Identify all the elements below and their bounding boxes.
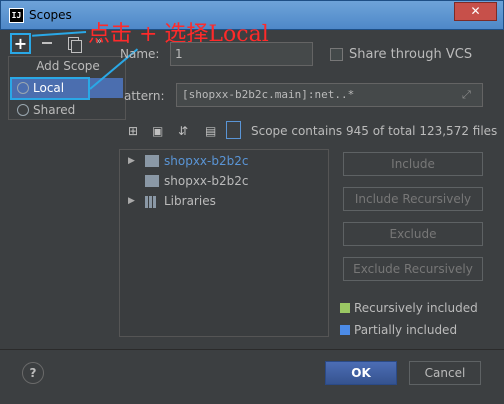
module-folder-icon xyxy=(145,175,159,187)
cancel-button[interactable]: Cancel xyxy=(409,361,481,385)
include-recursively-button[interactable]: Include Recursively xyxy=(343,187,483,211)
scopes-dialog: IJ Scopes ✕ + » Add Scope Local Shared 点… xyxy=(0,0,504,404)
ok-button[interactable]: OK xyxy=(325,361,397,385)
remove-scope-icon[interactable] xyxy=(42,42,52,44)
expand-arrow-icon[interactable]: ▶ xyxy=(128,192,135,210)
popup-item-label: Shared xyxy=(33,103,76,117)
partially-included-swatch xyxy=(340,325,350,335)
popup-item-shared[interactable]: Shared xyxy=(11,100,123,120)
pattern-label: attern: xyxy=(124,89,165,103)
share-vcs-checkbox[interactable] xyxy=(330,48,343,61)
filter-scope-icon[interactable] xyxy=(226,121,241,139)
name-label: Name: xyxy=(120,47,160,61)
add-scope-button[interactable]: + xyxy=(10,33,31,54)
show-files-icon[interactable]: ▤ xyxy=(205,124,216,138)
tree-item-label: shopxx-b2b2c xyxy=(164,154,249,168)
legend-label: Partially included xyxy=(354,323,458,337)
help-button[interactable]: ? xyxy=(22,362,44,384)
expand-icon[interactable]: ⤢ xyxy=(462,88,471,102)
footer-divider xyxy=(0,349,504,350)
exclude-button[interactable]: Exclude xyxy=(343,222,483,246)
annotation-arrow xyxy=(32,31,87,37)
shared-scope-icon xyxy=(17,104,29,116)
scope-tree: ▶ shopxx-b2b2c shopxx-b2b2c ▶ Libraries xyxy=(119,149,329,337)
local-highlight-box xyxy=(10,77,90,100)
flatten-packages-icon[interactable]: ⊞ xyxy=(128,124,138,138)
group-by-icon[interactable]: ⇵ xyxy=(178,124,188,138)
module-folder-icon xyxy=(145,155,159,167)
recursively-included-swatch xyxy=(340,303,350,313)
pattern-input[interactable]: [shopxx-b2b2c.main]:net..* xyxy=(176,83,483,107)
scope-summary: Scope contains 945 of total 123,572 file… xyxy=(251,124,498,138)
libraries-icon xyxy=(145,195,159,208)
tree-item-label: shopxx-b2b2c xyxy=(164,174,249,188)
window-title: Scopes xyxy=(29,8,72,22)
copy-scope-icon[interactable] xyxy=(68,37,82,53)
name-input[interactable] xyxy=(170,42,313,66)
include-button[interactable]: Include xyxy=(343,152,483,176)
expand-arrow-icon[interactable]: ▶ xyxy=(128,152,135,170)
show-modules-icon[interactable]: ▣ xyxy=(152,124,163,138)
tree-item-label: Libraries xyxy=(164,194,216,208)
legend-label: Recursively included xyxy=(354,301,478,315)
share-vcs-label: Share through VCS xyxy=(349,47,473,62)
exclude-recursively-button[interactable]: Exclude Recursively xyxy=(343,257,483,281)
close-button[interactable]: ✕ xyxy=(454,2,497,21)
intellij-icon: IJ xyxy=(9,8,24,23)
